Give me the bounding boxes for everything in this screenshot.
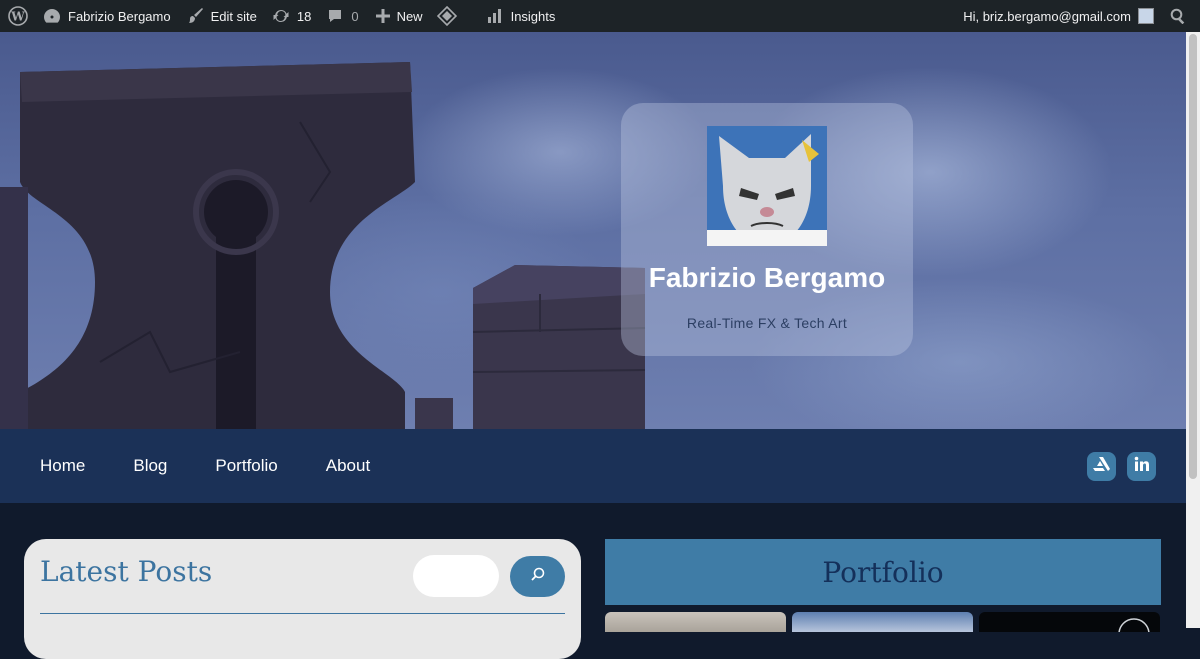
heading-divider (40, 613, 565, 614)
latest-posts-panel: Latest Posts (24, 539, 581, 659)
comments-count: 0 (351, 8, 359, 24)
hero-background-image (0, 62, 646, 429)
portfolio-header: Portfolio (605, 539, 1161, 605)
nav-item-blog[interactable]: Blog (133, 456, 167, 476)
svg-text:W: W (10, 10, 25, 24)
my-account-menu[interactable]: Hi, briz.bergamo@gmail.com (956, 0, 1161, 32)
linkedin-icon (1134, 456, 1150, 477)
insights-button[interactable]: Insights (478, 0, 563, 32)
updates-count: 18 (296, 8, 312, 24)
linkedin-link[interactable] (1127, 451, 1156, 481)
search-icon (1168, 6, 1188, 26)
admin-bar: W Fabrizio Bergamo Edit site 18 0 New In… (0, 0, 1200, 32)
portfolio-thumbnail[interactable] (792, 612, 973, 632)
wordpress-logo-button[interactable]: W (0, 0, 35, 32)
search-input[interactable] (413, 555, 499, 597)
comments-button[interactable]: 0 (318, 0, 365, 32)
artstation-link[interactable] (1087, 451, 1116, 481)
greeting-label: Hi, briz.bergamo@gmail.com (963, 8, 1131, 24)
brush-icon (185, 6, 205, 26)
bar-chart-icon (485, 6, 505, 26)
portfolio-heading: Portfolio (822, 555, 944, 589)
nav-item-portfolio[interactable]: Portfolio (215, 456, 277, 476)
diamond-icon (436, 6, 457, 26)
search-button[interactable] (510, 556, 565, 597)
main-navigation: Home Blog Portfolio About (0, 429, 1186, 503)
insights-label: Insights (510, 8, 556, 24)
artstation-icon (1093, 456, 1110, 476)
latest-posts-heading: Latest Posts (40, 555, 213, 588)
avatar (1138, 8, 1154, 24)
site-name-menu[interactable]: Fabrizio Bergamo (35, 0, 178, 32)
new-content-button[interactable]: New (366, 0, 430, 32)
dashboard-icon (42, 6, 62, 26)
site-branding-card: Fabrizio Bergamo Real-Time FX & Tech Art (621, 103, 913, 356)
portfolio-thumbnail[interactable] (979, 612, 1160, 632)
comment-icon (325, 6, 345, 26)
edit-site-label: Edit site (210, 8, 257, 24)
site-name-label: Fabrizio Bergamo (68, 8, 171, 24)
admin-search-button[interactable] (1161, 0, 1200, 32)
portfolio-thumbnail[interactable] (605, 612, 786, 632)
search-icon (530, 566, 546, 587)
main-content: Latest Posts Portfolio (0, 503, 1186, 659)
new-label: New (396, 8, 423, 24)
site-tagline: Real-Time FX & Tech Art (686, 315, 848, 331)
nav-item-about[interactable]: About (326, 456, 370, 476)
updates-button[interactable]: 18 (264, 0, 318, 32)
site-logo[interactable] (707, 126, 827, 246)
updates-icon (271, 6, 291, 26)
hero-banner: Fabrizio Bergamo Real-Time FX & Tech Art (0, 32, 1186, 429)
plus-icon (373, 6, 393, 26)
diamond-plugin-button[interactable] (430, 0, 478, 32)
social-links (1087, 451, 1156, 481)
page-scrollbar[interactable] (1186, 32, 1200, 628)
edit-site-button[interactable]: Edit site (178, 0, 264, 32)
nav-item-home[interactable]: Home (40, 456, 85, 476)
wordpress-icon: W (7, 5, 29, 27)
scrollbar-thumb[interactable] (1189, 34, 1197, 479)
site-title[interactable]: Fabrizio Bergamo (649, 262, 885, 294)
